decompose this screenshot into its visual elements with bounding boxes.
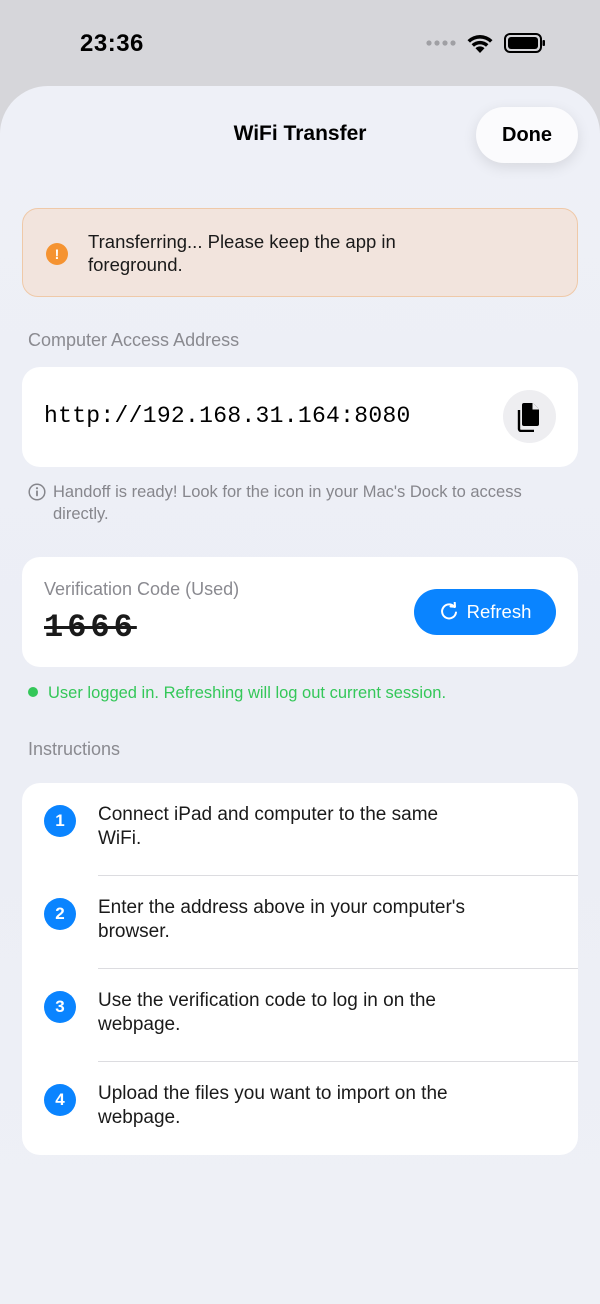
step-number-badge: 2 [44, 898, 76, 930]
instruction-step: 3 Use the verification code to log in on… [22, 969, 578, 1062]
wifi-transfer-sheet: WiFi Transfer Done ! Transferring... Ple… [0, 86, 600, 1304]
alert-text: Transferring... Please keep the app in f… [88, 231, 396, 275]
status-bar: 23:36 [0, 0, 600, 86]
instruction-step: 4 Upload the files you want to import on… [22, 1062, 578, 1155]
copy-icon [517, 402, 539, 432]
instructions-card: 1 Connect iPad and computer to the same … [22, 783, 578, 1155]
verification-card: Verification Code (Used) 1666 Refresh [22, 557, 578, 667]
address-card: http://192.168.31.164:8080 [22, 367, 578, 467]
exclamation-icon: ! [46, 243, 68, 265]
info-icon [28, 483, 46, 501]
copy-address-button[interactable] [503, 390, 556, 443]
verification-code: 1666 [44, 609, 137, 646]
status-time: 23:36 [80, 30, 144, 57]
step-number-badge: 1 [44, 805, 76, 837]
step-text: Use the verification code to log in on t… [98, 990, 436, 1035]
refresh-icon [440, 602, 457, 620]
instruction-step: 1 Connect iPad and computer to the same … [22, 783, 578, 876]
verification-code-label: Verification Code (Used) [44, 579, 240, 599]
battery-icon [504, 33, 545, 53]
step-text: Connect iPad and computer to the same Wi… [98, 804, 439, 849]
session-status-text: User logged in. Refreshing will log out … [48, 684, 447, 702]
done-button[interactable]: Done [476, 107, 578, 163]
step-text: Enter the address above in your computer… [98, 897, 465, 942]
step-number-badge: 3 [44, 991, 76, 1023]
status-dot [28, 687, 38, 697]
instructions-label: Instructions [28, 739, 121, 759]
instruction-step: 2 Enter the address above in your comput… [22, 876, 578, 969]
refresh-label: Refresh [466, 601, 532, 622]
address-section-label: Computer Access Address [28, 330, 240, 350]
step-text: Upload the files you want to import on t… [98, 1083, 448, 1128]
cellular-signal-icon [426, 40, 456, 46]
session-status: User logged in. Refreshing will log out … [28, 684, 446, 703]
refresh-button[interactable]: Refresh [414, 589, 556, 635]
step-number-badge: 4 [44, 1084, 76, 1116]
access-address[interactable]: http://192.168.31.164:8080 [44, 403, 411, 429]
status-icons [426, 32, 546, 54]
wifi-icon [467, 35, 493, 53]
transfer-alert: ! Transferring... Please keep the app in… [22, 208, 578, 297]
handoff-hint-text: Handoff is ready! Look for the icon in y… [53, 483, 522, 523]
